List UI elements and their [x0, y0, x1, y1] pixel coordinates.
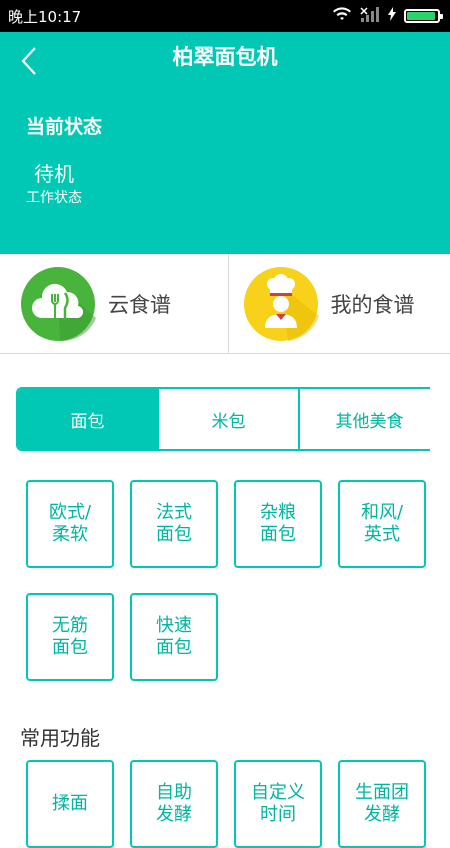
bread-type-multigrain-button[interactable]: 杂粮面包: [234, 480, 322, 568]
button-line: 面包: [156, 637, 192, 658]
category-tabs: 面包 米包 其他美食: [16, 387, 430, 451]
bread-type-french-button[interactable]: 法式面包: [130, 480, 218, 568]
current-state-label: 工作状态: [26, 187, 82, 207]
button-line: 无筋: [52, 615, 88, 636]
function-custom-time-button[interactable]: 自定义时间: [234, 760, 322, 848]
button-line: 时间: [260, 804, 296, 825]
button-line: 发酵: [156, 804, 192, 825]
cloud-recipe-button[interactable]: 云食谱: [0, 254, 228, 353]
cloud-utensils-icon: [20, 266, 96, 342]
bread-type-quick-button[interactable]: 快速面包: [130, 593, 218, 681]
function-self-ferment-button[interactable]: 自助发酵: [130, 760, 218, 848]
button-line: 杂粮: [260, 502, 296, 523]
button-line: 和风/: [361, 502, 403, 523]
my-recipe-label: 我的食谱: [331, 289, 415, 319]
tab-other-food[interactable]: 其他美食: [300, 389, 430, 449]
my-recipe-button[interactable]: 我的食谱: [228, 254, 450, 353]
battery-icon: [404, 9, 440, 23]
button-line: 快速: [156, 615, 192, 636]
status-time: 晚上10:17: [8, 6, 81, 27]
current-state-value: 待机: [34, 158, 74, 187]
common-functions-title: 常用功能: [20, 722, 100, 751]
button-line: 揉面: [52, 793, 88, 814]
wifi-icon: [332, 6, 352, 26]
status-icons: [332, 6, 440, 26]
button-line: 法式: [156, 502, 192, 523]
tab-bread[interactable]: 面包: [18, 389, 159, 449]
recipe-shortcuts: 云食谱 我的食谱: [0, 254, 450, 354]
button-line: 发酵: [364, 804, 400, 825]
page-title: 柏翠面包机: [0, 42, 450, 72]
button-line: 柔软: [52, 524, 88, 545]
device-header: 柏翠面包机 当前状态 待机 工作状态: [0, 32, 450, 254]
bread-type-gluten-free-button[interactable]: 无筋面包: [26, 593, 114, 681]
button-line: 英式: [364, 524, 400, 545]
chef-icon: [243, 266, 319, 342]
charging-icon: [388, 7, 396, 25]
function-knead-button[interactable]: 揉面: [26, 760, 114, 848]
button-line: 面包: [52, 637, 88, 658]
bread-type-european-button[interactable]: 欧式/柔软: [26, 480, 114, 568]
button-line: 面包: [156, 524, 192, 545]
bread-type-japanese-button[interactable]: 和风/英式: [338, 480, 426, 568]
signal-icon: [360, 6, 380, 26]
current-state-heading: 当前状态: [26, 112, 102, 139]
button-line: 欧式/: [49, 502, 91, 523]
button-line: 面包: [260, 524, 296, 545]
function-dough-ferment-button[interactable]: 生面团发酵: [338, 760, 426, 848]
status-bar: 晚上10:17: [0, 0, 450, 32]
cloud-recipe-label: 云食谱: [108, 289, 171, 319]
tab-rice-bread[interactable]: 米包: [159, 389, 300, 449]
